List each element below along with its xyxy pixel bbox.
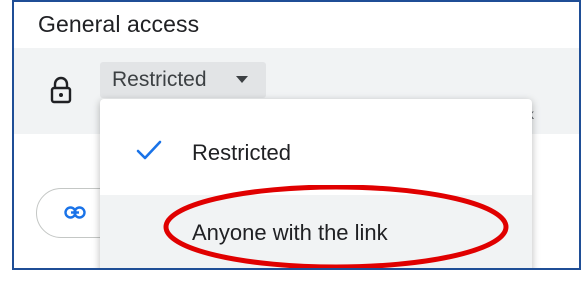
screenshot-frame: General access Restricted k Restricted bbox=[12, 0, 581, 270]
menu-item-anyone-with-link[interactable]: Anyone with the link bbox=[100, 195, 532, 268]
access-level-selected: Restricted bbox=[112, 68, 207, 91]
menu-item-restricted[interactable]: Restricted bbox=[100, 115, 532, 191]
access-level-dropdown[interactable]: Restricted bbox=[100, 62, 266, 98]
menu-item-label: Restricted bbox=[192, 140, 292, 165]
menu-item-label: Anyone with the link bbox=[192, 220, 388, 245]
access-level-menu: Restricted Anyone with the link bbox=[100, 99, 532, 268]
lock-icon bbox=[50, 76, 72, 104]
general-access-heading: General access bbox=[38, 11, 200, 37]
caret-down-icon bbox=[236, 76, 248, 83]
link-icon bbox=[64, 206, 86, 219]
check-icon bbox=[136, 140, 162, 160]
